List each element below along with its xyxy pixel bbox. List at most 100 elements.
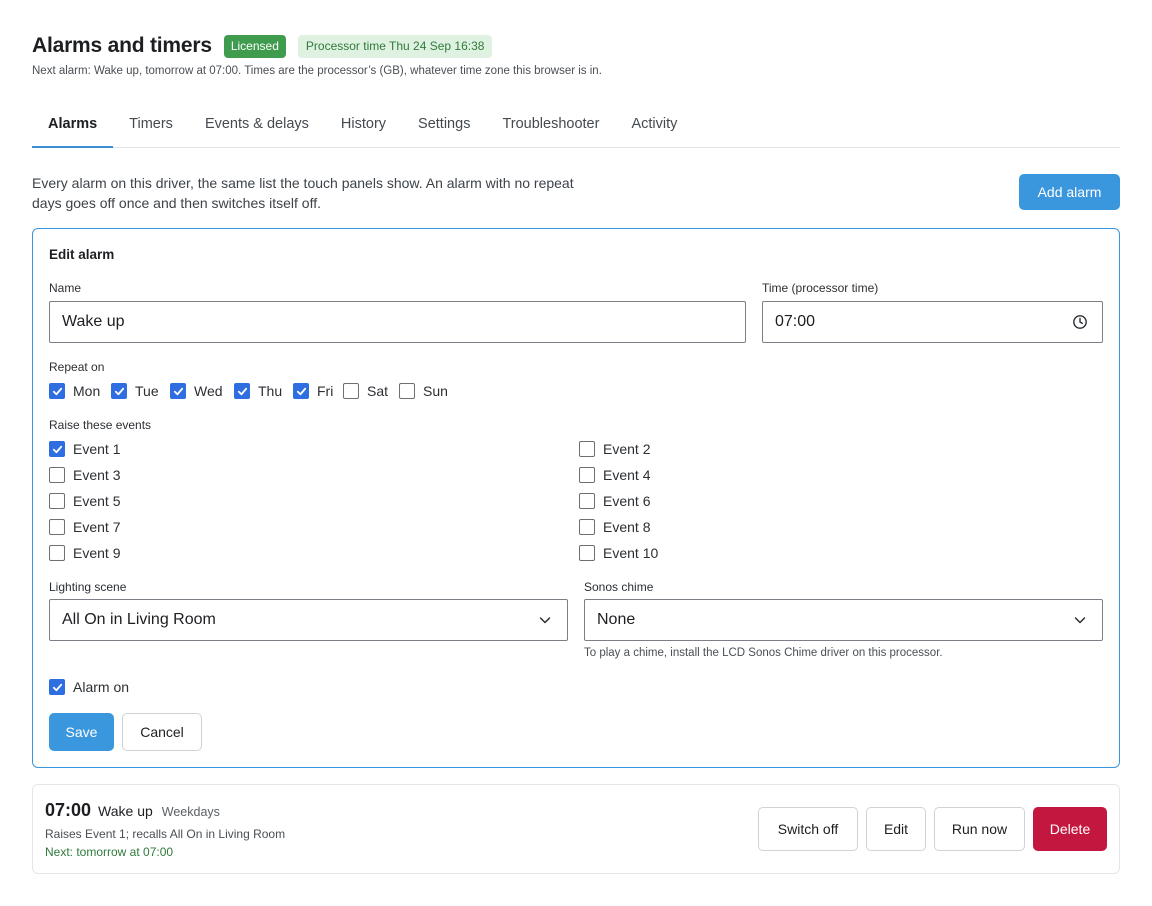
switch-off-button[interactable]: Switch off: [758, 807, 858, 851]
alarm-summary: 07:00 Wake up Weekdays: [45, 800, 220, 821]
checkbox-label: Event 5: [73, 493, 121, 509]
checkbox-label: Event 7: [73, 519, 121, 535]
time-input-value: 07:00: [775, 313, 816, 330]
tab-settings[interactable]: Settings: [402, 112, 486, 148]
sonos-chime-value: None: [597, 611, 636, 628]
checkbox-label: Event 2: [603, 441, 651, 457]
checkmark-icon: [237, 387, 247, 395]
cancel-button[interactable]: Cancel: [122, 713, 202, 751]
sonos-chime-select[interactable]: None: [584, 599, 1103, 641]
alarms-page: Alarms and timers Licensed Processor tim…: [32, 32, 1120, 874]
name-label: Name: [49, 281, 82, 295]
page-title: Alarms and timers: [32, 34, 212, 57]
repeat-label: Repeat on: [49, 360, 105, 374]
checkbox-box: [293, 383, 309, 399]
checkbox-label: Event 6: [603, 493, 651, 509]
checkbox-label: Wed: [194, 383, 223, 399]
checkbox-label: Event 8: [603, 519, 651, 535]
checkbox-label: Fri: [317, 383, 334, 399]
name-input[interactable]: Wake up: [49, 301, 746, 343]
checkbox-box: [579, 441, 595, 457]
alarm-time: 07:00: [45, 800, 92, 820]
event-checkbox-3[interactable]: Event 3: [49, 466, 120, 484]
checkbox-box: [49, 493, 65, 509]
intro-text: Every alarm on this driver, the same lis…: [32, 175, 574, 211]
alarm-name: Wake up: [98, 803, 153, 819]
checkbox-box: [49, 383, 65, 399]
event-checkbox-1[interactable]: Event 1: [49, 440, 120, 458]
edit-alarm-panel: Edit alarm Name Wake up Time (processor …: [32, 228, 1120, 768]
next-alarm-subtitle: Next alarm: Wake up, tomorrow at 07:00. …: [32, 65, 602, 77]
time-label: Time (processor time): [762, 281, 879, 295]
event-checkbox-5[interactable]: Event 5: [49, 492, 120, 510]
checkbox-box: [579, 519, 595, 535]
checkbox-box: [49, 467, 65, 483]
alarm-on-label: Alarm on: [73, 679, 130, 695]
tab-alarms[interactable]: Alarms: [32, 112, 114, 148]
day-checkbox-sun[interactable]: Sun: [399, 382, 448, 400]
tab-timers[interactable]: Timers: [113, 112, 189, 148]
lighting-scene-label: Lighting scene: [49, 580, 127, 594]
run-now-button[interactable]: Run now: [934, 807, 1025, 851]
alarm-next: Next: tomorrow at 07:00: [45, 845, 174, 859]
event-checkbox-9[interactable]: Event 9: [49, 544, 120, 562]
tab-activity[interactable]: Activity: [615, 112, 693, 148]
save-button[interactable]: Save: [49, 713, 114, 751]
event-checkbox-6[interactable]: Event 6: [579, 492, 650, 510]
name-input-value: Wake up: [62, 313, 125, 330]
processor-time-badge: Processor time Thu 24 Sep 16:38: [297, 34, 493, 58]
header: Alarms and timers Licensed Processor tim…: [32, 32, 1120, 60]
day-checkbox-sat[interactable]: Sat: [343, 382, 388, 400]
lighting-scene-select[interactable]: All On in Living Room: [49, 599, 568, 641]
checkbox-box: [49, 519, 65, 535]
edit-alarm-title: Edit alarm: [49, 247, 115, 262]
alarm-on-checkbox[interactable]: Alarm on: [49, 678, 129, 696]
sonos-chime-hint: To play a chime, install the LCD Sonos C…: [584, 647, 943, 659]
delete-button[interactable]: Delete: [1033, 807, 1107, 851]
checkbox-label: Tue: [135, 383, 159, 399]
event-checkbox-7[interactable]: Event 7: [49, 518, 120, 536]
checkbox-box: [49, 545, 65, 561]
clock-icon[interactable]: [1072, 314, 1088, 330]
time-input[interactable]: 07:00: [762, 301, 1103, 343]
checkbox-box: [399, 383, 415, 399]
edit-button[interactable]: Edit: [866, 807, 926, 851]
tab-events-delays[interactable]: Events & delays: [189, 112, 325, 148]
checkbox-label: Event 9: [73, 545, 121, 561]
sonos-chime-label: Sonos chime: [584, 580, 654, 594]
event-checkbox-4[interactable]: Event 4: [579, 466, 650, 484]
checkbox-label: Event 3: [73, 467, 121, 483]
checkbox-label: Event 10: [603, 545, 659, 561]
checkbox-box: [111, 383, 127, 399]
chevron-down-icon: [1074, 617, 1086, 624]
checkmark-icon: [173, 387, 183, 395]
checkbox-label: Event 4: [603, 467, 651, 483]
checkmark-icon: [52, 683, 62, 691]
checkmark-icon: [52, 387, 62, 395]
tab-history[interactable]: History: [325, 112, 402, 148]
day-checkbox-fri[interactable]: Fri: [293, 382, 333, 400]
event-checkbox-10[interactable]: Event 10: [579, 544, 658, 562]
checkbox-box: [170, 383, 186, 399]
checkmark-icon: [114, 387, 124, 395]
day-checkbox-thu[interactable]: Thu: [234, 382, 282, 400]
alarm-description: Raises Event 1; recalls All On in Living…: [45, 827, 286, 841]
event-checkbox-8[interactable]: Event 8: [579, 518, 650, 536]
checkbox-box: [49, 441, 65, 457]
licensed-badge: Licensed: [223, 34, 286, 58]
checkbox-box: [343, 383, 359, 399]
checkbox-label: Sat: [367, 383, 389, 399]
day-checkbox-tue[interactable]: Tue: [111, 382, 159, 400]
tab-troubleshooter[interactable]: Troubleshooter: [486, 112, 615, 148]
checkmark-icon: [296, 387, 306, 395]
checkbox-label: Event 1: [73, 441, 121, 457]
checkbox-box: [579, 545, 595, 561]
day-checkbox-mon[interactable]: Mon: [49, 382, 100, 400]
alarm-list-item: 07:00 Wake up Weekdays Raises Event 1; r…: [32, 784, 1120, 874]
add-alarm-button[interactable]: Add alarm: [1019, 174, 1120, 210]
day-checkbox-wed[interactable]: Wed: [170, 382, 223, 400]
event-checkbox-2[interactable]: Event 2: [579, 440, 650, 458]
checkbox-label: Thu: [258, 383, 283, 399]
checkbox-box: [579, 467, 595, 483]
lighting-scene-value: All On in Living Room: [62, 611, 216, 628]
